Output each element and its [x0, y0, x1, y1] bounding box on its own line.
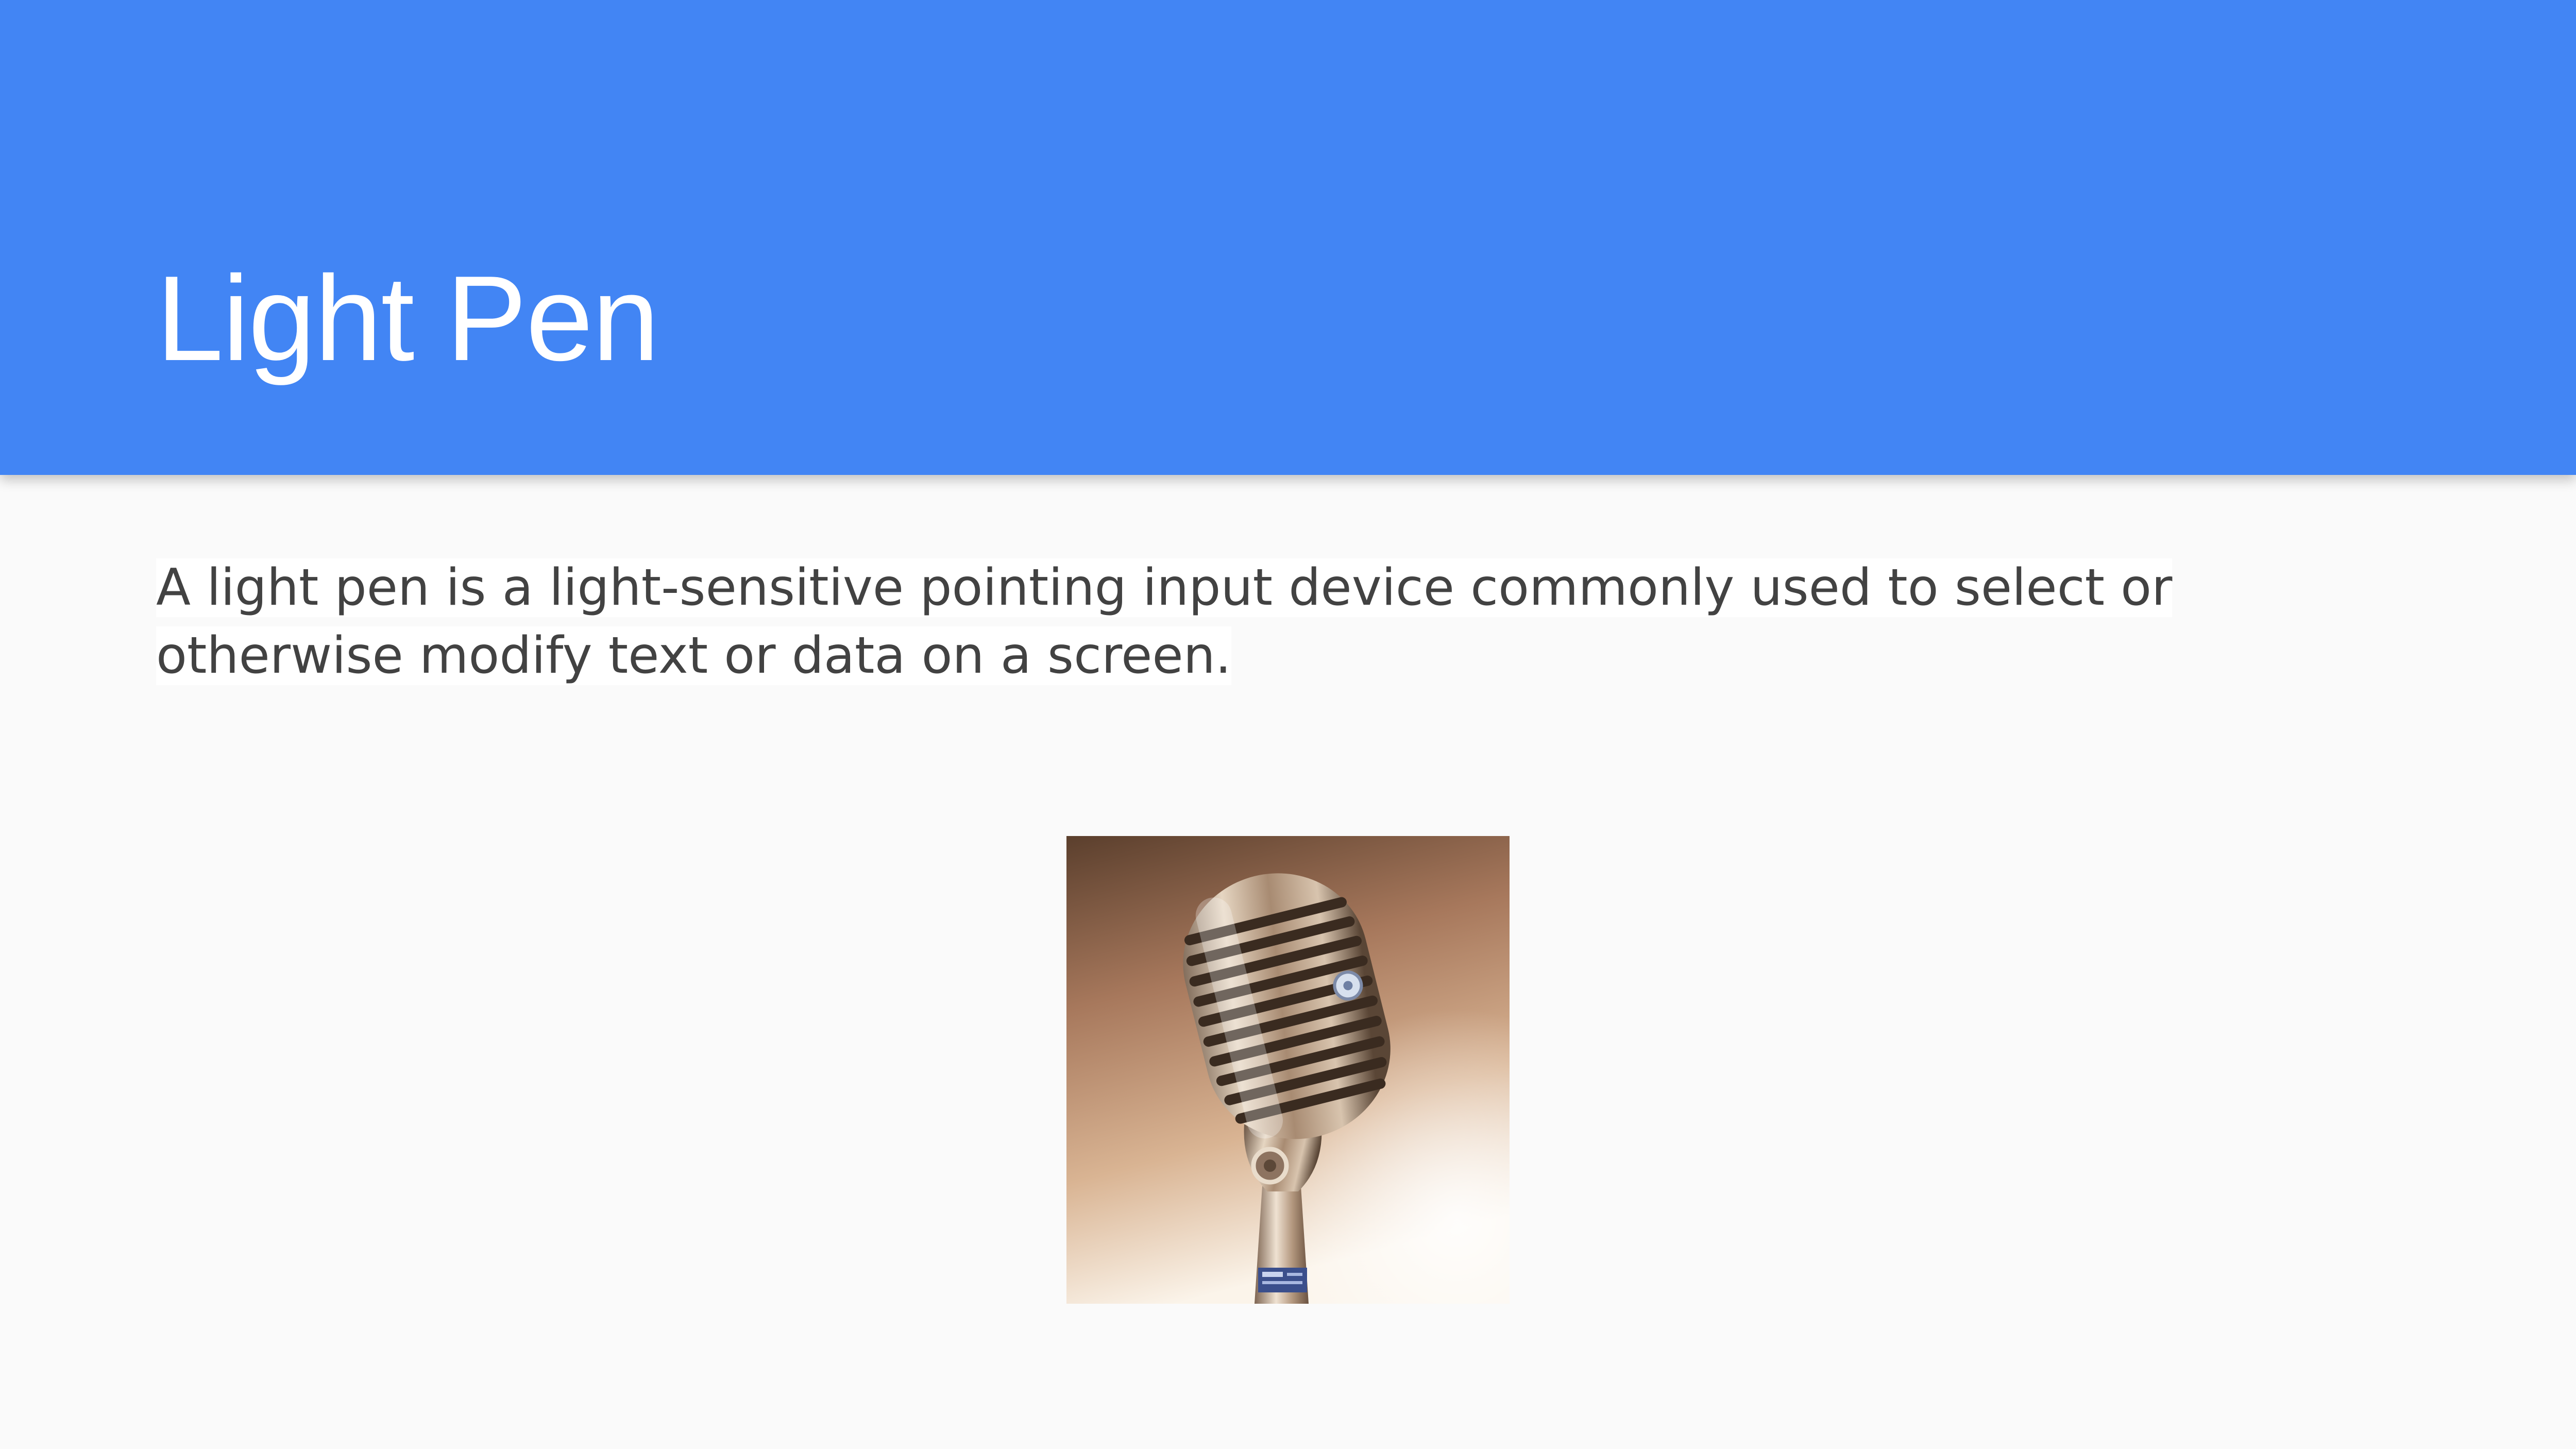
slide: Light Pen A light pen is a light-sensiti… — [0, 0, 2576, 1449]
microphone-icon — [1066, 836, 1510, 1304]
slide-title: Light Pen — [156, 250, 659, 386]
microphone-image — [1066, 836, 1510, 1304]
slide-body-text: A light pen is a light-sensitive pointin… — [156, 554, 2371, 690]
body-text-content: A light pen is a light-sensitive pointin… — [156, 558, 2173, 685]
title-bar: Light Pen — [0, 0, 2576, 475]
